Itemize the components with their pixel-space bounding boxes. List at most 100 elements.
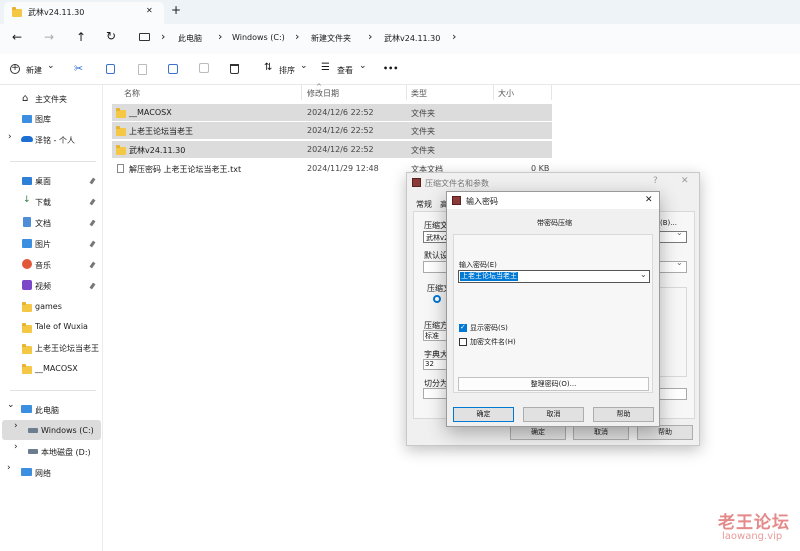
show-password-checkbox[interactable]: ✓ (459, 323, 467, 332)
file-name: 解压密码 上老王论坛当老王.txt (129, 165, 242, 174)
tab-active[interactable]: 武林v24.11.30 ✕ (4, 2, 164, 24)
document-icon (23, 217, 31, 227)
up-icon[interactable]: ↑ (76, 30, 86, 44)
help-button[interactable]: 帮助 (637, 425, 693, 440)
sort-chevron-icon: ⌄ (300, 61, 308, 71)
close-icon[interactable]: ✕ (645, 195, 653, 205)
refresh-icon[interactable]: ↻ (106, 29, 116, 43)
column-divider (301, 85, 302, 100)
drive-c-icon (28, 428, 38, 433)
tab-title: 武林v24.11.30 (28, 8, 85, 17)
pin-icon (89, 177, 96, 185)
column-header-size[interactable]: 大小 (498, 88, 514, 99)
rename-icon[interactable] (168, 64, 178, 74)
breadcrumb-item[interactable]: Windows (C:) (232, 33, 285, 42)
command-bar: + 新建 ⌄ ✂ ⇅ 排序 ⌄ ☰ 查看 ⌄ ••• (0, 54, 800, 85)
file-type: 文件夹 (411, 109, 435, 118)
help-button[interactable]: 帮助 (593, 407, 654, 422)
cancel-button[interactable]: 取消 (573, 425, 629, 440)
pc-icon (21, 405, 32, 413)
help-icon[interactable]: ? (653, 176, 658, 186)
organize-passwords-button[interactable]: 整理密码(O)... (458, 377, 649, 391)
column-divider (493, 85, 494, 100)
view-button[interactable]: 查看 (337, 65, 353, 76)
expand-chevron-icon[interactable]: › (14, 421, 18, 431)
pictures-icon (22, 239, 32, 248)
delete-icon[interactable] (230, 64, 239, 74)
sort-button[interactable]: 排序 (279, 65, 295, 76)
table-row[interactable]: __MACOSX 2024/12/6 22:52 文件夹 (112, 104, 552, 121)
dict-select[interactable]: 32 (423, 359, 448, 370)
collapse-chevron-icon[interactable]: ⌄ (7, 400, 15, 410)
network-icon (21, 468, 32, 476)
back-icon[interactable]: ← (12, 30, 22, 44)
sidebar-item-pictures[interactable]: 图片 (35, 239, 51, 250)
expand-chevron-icon[interactable]: › (7, 463, 11, 473)
column-header-name[interactable]: 名称 (124, 88, 140, 99)
table-row[interactable]: 武林v24.11.30 2024/12/6 22:52 文件夹 (112, 141, 552, 158)
cut-icon[interactable]: ✂ (74, 62, 83, 75)
sidebar-item-desktop[interactable]: 桌面 (35, 176, 51, 187)
dropdown-chevron-icon[interactable]: ⌄ (676, 258, 683, 267)
sidebar-item-drive-c[interactable]: Windows (C:) (41, 426, 94, 435)
method-value: 标准 (425, 332, 439, 340)
column-header-date[interactable]: 修改日期 (307, 88, 339, 99)
breadcrumb-item[interactable]: 武林v24.11.30 (384, 33, 440, 44)
cancel-button[interactable]: 取消 (523, 407, 584, 422)
show-password-label[interactable]: 显示密码(S) (470, 323, 508, 333)
folder-icon (22, 364, 32, 374)
sidebar-item-home[interactable]: 主文件夹 (35, 94, 67, 105)
split-select[interactable] (423, 388, 448, 399)
file-date: 2024/12/6 22:52 (307, 126, 374, 135)
sidebar-item-downloads[interactable]: 下载 (35, 197, 51, 208)
file-date: 2024/11/29 12:48 (307, 164, 379, 173)
sidebar-item-documents[interactable]: 文档 (35, 218, 51, 229)
copy-icon[interactable] (106, 64, 115, 74)
password-label: 输入密码(E) (459, 261, 497, 269)
sidebar-item-this-pc[interactable]: 此电脑 (35, 405, 59, 416)
sidebar-item-music[interactable]: 音乐 (35, 260, 51, 271)
breadcrumb-item[interactable]: 新建文件夹 (311, 33, 351, 44)
sort-icon: ⇅ (264, 62, 273, 73)
table-row[interactable]: 上老王论坛当老王 2024/12/6 22:52 文件夹 (112, 122, 552, 139)
view-chevron-icon: ⌄ (359, 61, 367, 71)
divider (10, 390, 96, 391)
ok-button[interactable]: 确定 (453, 407, 514, 422)
new-button[interactable]: 新建 (26, 65, 42, 76)
dropdown-chevron-icon[interactable]: ⌄ (676, 228, 683, 237)
column-header-type[interactable]: 类型 (411, 88, 427, 99)
breadcrumb-sep-icon: › (452, 30, 457, 43)
encrypt-filenames-checkbox[interactable] (459, 338, 467, 346)
sidebar-item-onedrive[interactable]: 泽铭 - 个人 (35, 135, 75, 146)
radio-icon[interactable] (433, 295, 441, 303)
dialog-title: 输入密码 (466, 197, 498, 206)
password-input[interactable]: 上老王论坛当老王 ⌄ (458, 270, 650, 283)
expand-chevron-icon[interactable]: › (8, 132, 12, 142)
forward-icon[interactable]: → (44, 30, 54, 44)
dropdown-chevron-icon[interactable]: ⌄ (640, 270, 647, 279)
sidebar-item-network[interactable]: 网络 (35, 468, 51, 479)
new-chevron-icon: ⌄ (47, 61, 55, 71)
sidebar-item-folder[interactable]: __MACOSX (35, 364, 78, 373)
sidebar-item-folder[interactable]: Tale of Wuxia (35, 322, 88, 331)
paste-icon[interactable] (138, 64, 147, 75)
browse-button[interactable]: (B)... (660, 219, 677, 227)
expand-chevron-icon[interactable]: › (14, 442, 18, 452)
encrypt-filenames-label[interactable]: 加密文件名(H) (470, 337, 516, 347)
tab-close-icon[interactable]: ✕ (146, 6, 153, 15)
breadcrumb-item[interactable]: 此电脑 (178, 33, 202, 44)
breadcrumb-sep-icon: › (368, 30, 373, 43)
ok-button[interactable]: 确定 (510, 425, 566, 440)
sidebar-item-gallery[interactable]: 图库 (35, 114, 51, 125)
file-type: 文件夹 (411, 146, 435, 155)
more-icon[interactable]: ••• (383, 64, 398, 73)
sidebar-item-videos[interactable]: 视频 (35, 281, 51, 292)
sidebar-item-folder[interactable]: games (35, 302, 62, 311)
tab-general[interactable]: 常规 (416, 199, 432, 210)
sidebar-item-drive-d[interactable]: 本地磁盘 (D:) (41, 447, 91, 458)
method-select[interactable]: 标准 (423, 330, 448, 341)
close-icon[interactable]: ✕ (681, 176, 689, 186)
sidebar-item-folder[interactable]: 上老王论坛当老王 (35, 343, 99, 354)
share-icon[interactable] (199, 63, 209, 73)
new-tab-icon[interactable]: + (171, 3, 181, 17)
